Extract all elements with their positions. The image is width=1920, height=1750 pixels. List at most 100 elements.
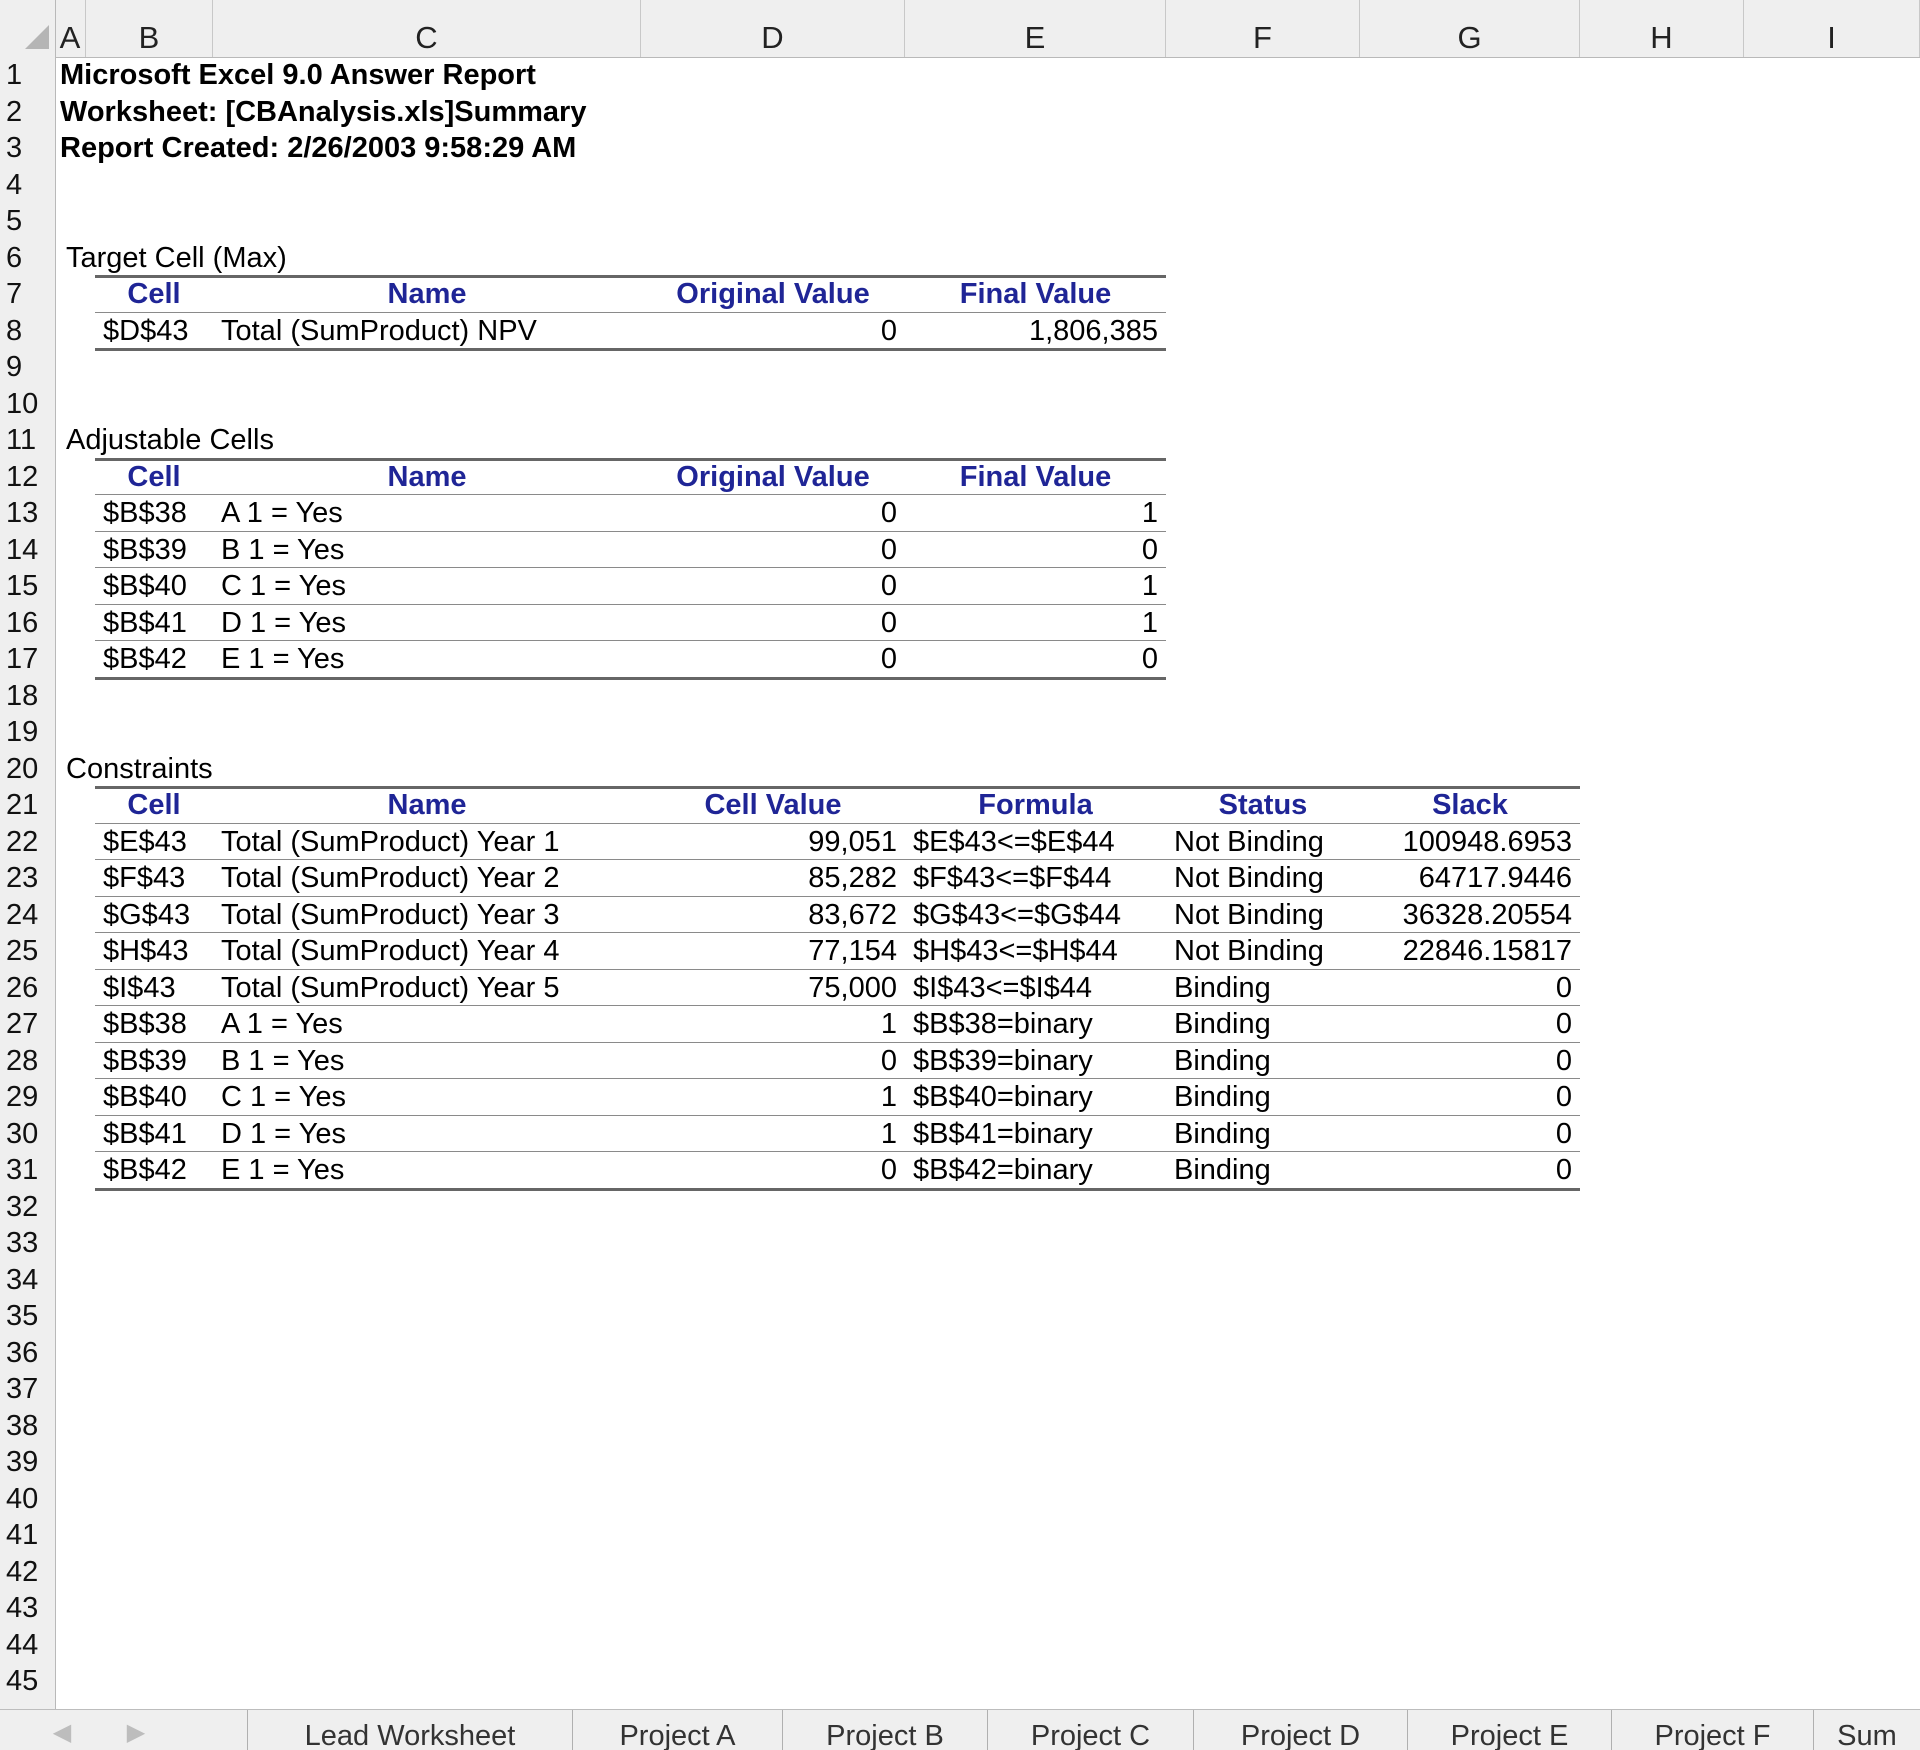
sheet-tab-project-c[interactable]: Project C: [987, 1710, 1193, 1750]
constraints-row-7-col-5: Binding: [1174, 1044, 1271, 1077]
row-header-1[interactable]: 1: [0, 57, 55, 94]
row-header-15[interactable]: 15: [0, 568, 55, 605]
sheet-tab-project-d[interactable]: Project D: [1193, 1710, 1407, 1750]
sheet-tab-project-b[interactable]: Project B: [782, 1710, 987, 1750]
constraints-row-5-col-6: 0: [1555, 971, 1572, 1004]
row-header-6[interactable]: 6: [0, 240, 55, 277]
table-rule: [95, 676, 1166, 680]
row-header-26[interactable]: 26: [0, 970, 55, 1007]
row-header-32[interactable]: 32: [0, 1189, 55, 1226]
target-row-1-col-1: $D$43: [103, 314, 189, 347]
row-header-16[interactable]: 16: [0, 605, 55, 642]
row-header-23[interactable]: 23: [0, 860, 55, 897]
target-header-name: Name: [387, 278, 467, 310]
row-header-33[interactable]: 33: [0, 1225, 55, 1262]
constraints-row-2-col-2: Total (SumProduct) Year 2: [221, 862, 560, 894]
constraints-row-5-col-4: $I$43<=$I$44: [913, 971, 1093, 1004]
column-header-f[interactable]: F: [1166, 0, 1360, 57]
constraints-row-5-col-3: 75,000: [808, 971, 897, 1004]
row-header-3[interactable]: 3: [0, 130, 55, 167]
row-header-24[interactable]: 24: [0, 897, 55, 934]
row-header-9[interactable]: 9: [0, 349, 55, 386]
column-header-b[interactable]: B: [86, 0, 213, 57]
adjustable-row-3-col-3: 0: [880, 570, 897, 602]
row-header-37[interactable]: 37: [0, 1371, 55, 1408]
constraints-row-5-col-2: Total (SumProduct) Year 5: [221, 971, 560, 1004]
constraints-row-7-col-3: 0: [880, 1044, 897, 1077]
constraints-row-4-col-6: 22846.15817: [1402, 935, 1572, 967]
row-header-31[interactable]: 31: [0, 1152, 55, 1189]
constraints-row-10-col-2: E 1 = Yes: [221, 1154, 345, 1186]
row-header-45[interactable]: 45: [0, 1663, 55, 1700]
row-header-4[interactable]: 4: [0, 167, 55, 204]
row-header-13[interactable]: 13: [0, 495, 55, 532]
constraints-row-4-col-2: Total (SumProduct) Year 4: [221, 935, 560, 967]
row-header-35[interactable]: 35: [0, 1298, 55, 1335]
row-header-17[interactable]: 17: [0, 641, 55, 678]
constraints-row-6-col-5: Binding: [1174, 1008, 1271, 1040]
row-header-30[interactable]: 30: [0, 1116, 55, 1153]
row-header-22[interactable]: 22: [0, 824, 55, 861]
row-header-20[interactable]: 20: [0, 751, 55, 788]
row-header-18[interactable]: 18: [0, 678, 55, 715]
constraints-row-1-col-5: Not Binding: [1174, 825, 1324, 858]
constraints-row-8-col-2: C 1 = Yes: [221, 1081, 346, 1113]
constraints-row-9-col-2: D 1 = Yes: [221, 1117, 346, 1150]
constraints-row-6-col-1: $B$38: [103, 1008, 187, 1040]
row-header-42[interactable]: 42: [0, 1554, 55, 1591]
select-all-triangle-icon: [25, 25, 49, 49]
row-header-12[interactable]: 12: [0, 459, 55, 496]
row-header-43[interactable]: 43: [0, 1590, 55, 1627]
adjustable-row-5-col-1: $B$42: [103, 643, 187, 675]
target-header-final-value: Final Value: [959, 278, 1112, 310]
adjustable-row-5-col-4: 0: [1141, 643, 1158, 675]
column-header-d[interactable]: D: [641, 0, 905, 57]
row-header-21[interactable]: 21: [0, 787, 55, 824]
row-header-11[interactable]: 11: [0, 422, 55, 459]
column-header-g[interactable]: G: [1360, 0, 1580, 57]
scroll-tabs-left-icon[interactable]: ◀: [42, 1710, 82, 1750]
constraints-row-10-col-1: $B$42: [103, 1154, 187, 1186]
row-header-29[interactable]: 29: [0, 1079, 55, 1116]
sheet-tab-project-e[interactable]: Project E: [1407, 1710, 1611, 1750]
row-header-25[interactable]: 25: [0, 933, 55, 970]
constraints-row-9-col-1: $B$41: [103, 1117, 187, 1150]
sheet-tab-lead-worksheet[interactable]: Lead Worksheet: [247, 1710, 572, 1750]
row-header-27[interactable]: 27: [0, 1006, 55, 1043]
constraints-row-2-col-1: $F$43: [103, 862, 186, 894]
row-header-40[interactable]: 40: [0, 1481, 55, 1518]
table-rule: [95, 1187, 1580, 1191]
constraints-row-10-col-6: 0: [1555, 1154, 1572, 1186]
row-header-5[interactable]: 5: [0, 203, 55, 240]
adjustable-row-3-col-4: 1: [1141, 570, 1158, 602]
row-header-41[interactable]: 41: [0, 1517, 55, 1554]
row-header-38[interactable]: 38: [0, 1408, 55, 1445]
row-header-8[interactable]: 8: [0, 313, 55, 350]
row-header-19[interactable]: 19: [0, 714, 55, 751]
constraints-row-4-col-1: $H$43: [103, 935, 189, 967]
column-header-i[interactable]: I: [1744, 0, 1920, 57]
row-header-10[interactable]: 10: [0, 386, 55, 423]
sheet-tab-project-a[interactable]: Project A: [572, 1710, 782, 1750]
constraints-row-9-col-4: $B$41=binary: [913, 1117, 1093, 1150]
column-header-h[interactable]: H: [1580, 0, 1744, 57]
sheet-tab-sum[interactable]: Sum: [1813, 1710, 1920, 1750]
row-header-44[interactable]: 44: [0, 1627, 55, 1664]
sheet-tab-project-f[interactable]: Project F: [1611, 1710, 1813, 1750]
select-all-corner[interactable]: [0, 0, 56, 57]
row-header-36[interactable]: 36: [0, 1335, 55, 1372]
row-header-14[interactable]: 14: [0, 532, 55, 569]
adjustable-header-original-value: Original Value: [676, 460, 870, 493]
row-header-2[interactable]: 2: [0, 94, 55, 131]
column-header-a[interactable]: A: [55, 0, 86, 57]
scroll-tabs-right-icon[interactable]: ▶: [116, 1710, 156, 1750]
constraints-row-8-col-3: 1: [880, 1081, 897, 1113]
row-header-34[interactable]: 34: [0, 1262, 55, 1299]
constraints-row-9-col-3: 1: [880, 1117, 897, 1150]
worksheet-grid[interactable]: Microsoft Excel 9.0 Answer Report Worksh…: [56, 57, 1920, 1709]
row-header-28[interactable]: 28: [0, 1043, 55, 1080]
row-header-39[interactable]: 39: [0, 1444, 55, 1481]
column-header-e[interactable]: E: [905, 0, 1166, 57]
column-header-c[interactable]: C: [213, 0, 641, 57]
row-header-7[interactable]: 7: [0, 276, 55, 313]
